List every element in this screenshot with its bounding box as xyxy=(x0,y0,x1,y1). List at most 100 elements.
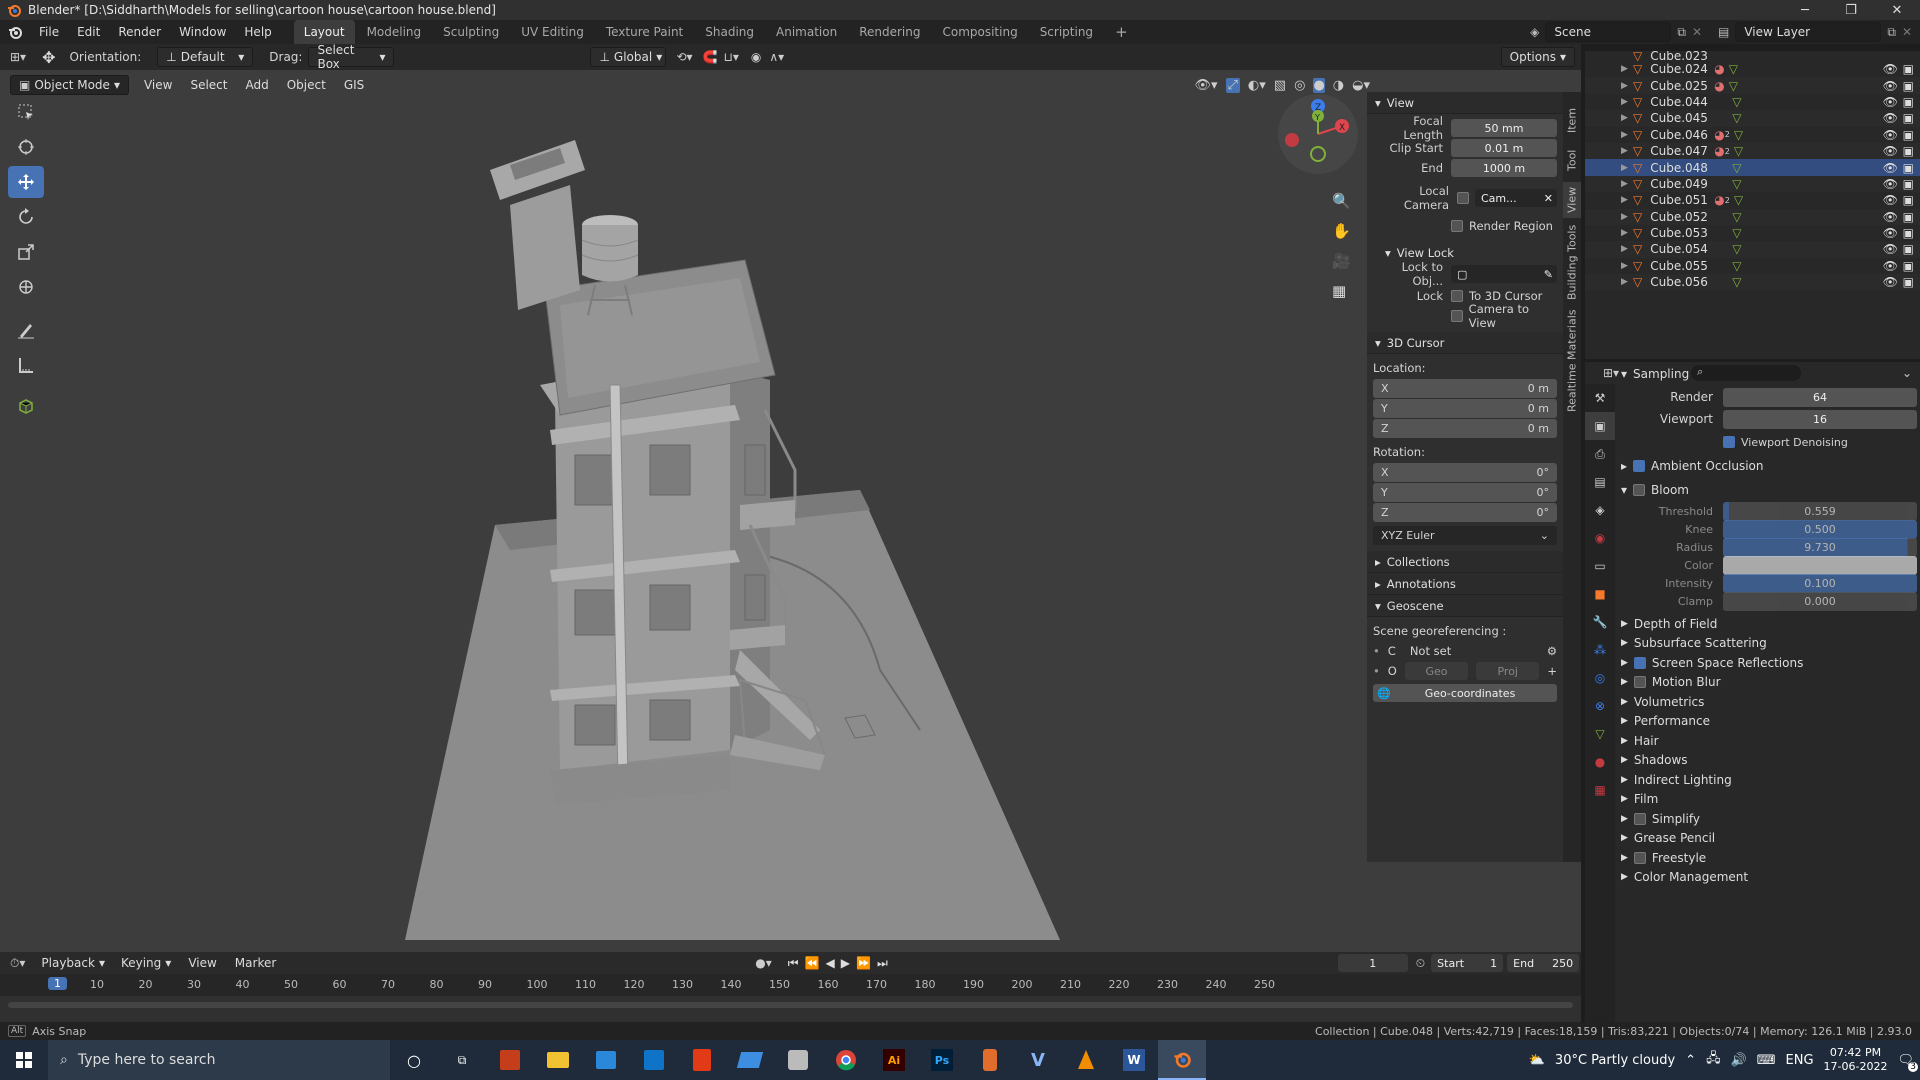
tab-tool[interactable]: Tool xyxy=(1563,142,1581,178)
geo-button[interactable]: Geo xyxy=(1404,662,1469,680)
illustrator-icon[interactable]: Ai xyxy=(870,1040,918,1080)
windows-start-icon[interactable] xyxy=(0,1040,48,1080)
tab-layout[interactable]: Layout xyxy=(293,20,355,44)
expand-arrow-icon[interactable]: ▶ xyxy=(1621,228,1628,238)
weather-icon[interactable]: ⛅ xyxy=(1529,1053,1545,1068)
cursor-rotation-x[interactable]: X 0° xyxy=(1373,463,1557,482)
section-checkbox[interactable] xyxy=(1633,676,1646,689)
render-camera-icon[interactable]: ▣ xyxy=(1903,259,1914,273)
weather-text[interactable]: 30°C Partly cloudy xyxy=(1555,1053,1675,1068)
transform-tool-icon[interactable] xyxy=(8,271,44,303)
menu-window[interactable]: Window xyxy=(170,25,235,39)
render-camera-icon[interactable]: ▣ xyxy=(1903,177,1914,191)
current-frame-field[interactable]: 1 xyxy=(1337,954,1408,972)
outliner-row[interactable]: ▶ ▽ Cube.024 ◕ ▽ 👁 ▣ xyxy=(1585,61,1920,77)
render-region-checkbox[interactable] xyxy=(1451,220,1463,232)
transform-orientation-dropdown[interactable]: ⊥ Global ▾ xyxy=(590,47,667,67)
render-camera-icon[interactable]: ▣ xyxy=(1903,79,1914,93)
render-section-header[interactable]: ▶ Motion Blur xyxy=(1617,673,1917,693)
constraints-tab-icon[interactable]: ⊗ xyxy=(1585,692,1615,720)
playback-menu[interactable]: Playback ▾ xyxy=(33,953,113,973)
tab-animation[interactable]: Animation xyxy=(766,20,847,44)
render-camera-icon[interactable]: ▣ xyxy=(1903,62,1914,76)
render-section-header[interactable]: ▶ Performance xyxy=(1617,712,1917,732)
render-tab-icon[interactable]: ▣ xyxy=(1585,412,1615,440)
render-camera-icon[interactable]: ▣ xyxy=(1903,128,1914,142)
bloom-field-slider[interactable]: 0.000 xyxy=(1723,591,1917,611)
expand-arrow-icon[interactable]: ▶ xyxy=(1621,97,1628,107)
expand-arrow-icon[interactable]: ▶ xyxy=(1621,64,1628,74)
notification-icon[interactable]: 🗨 3 xyxy=(1897,1053,1918,1072)
xray-toggle-icon[interactable]: ▧ xyxy=(1274,78,1286,93)
zoom-icon[interactable]: 🔍 xyxy=(1332,192,1351,210)
cortana-icon[interactable]: ○ xyxy=(390,1040,438,1080)
proportional-edit-icon[interactable]: ◉ xyxy=(751,50,761,64)
material-shading-icon[interactable]: ◑ xyxy=(1333,78,1344,93)
render-section-header[interactable]: ▶ Simplify xyxy=(1617,809,1917,829)
expand-arrow-icon[interactable]: ▶ xyxy=(1621,261,1628,271)
local-camera-field[interactable]: Cam... ✕ xyxy=(1475,189,1557,207)
expand-arrow-icon[interactable]: ▶ xyxy=(1621,212,1628,222)
new-view-layer-icon[interactable]: ⧉ xyxy=(1887,25,1896,40)
section-checkbox[interactable] xyxy=(1633,851,1646,864)
visibility-icon[interactable]: 👁▾ xyxy=(1194,78,1217,93)
bloom-field-slider[interactable]: 0.100 xyxy=(1723,573,1917,593)
minimize-button[interactable]: ─ xyxy=(1782,3,1828,18)
tray-volume-icon[interactable]: 🔊 xyxy=(1731,1053,1747,1068)
app-icon-blue[interactable] xyxy=(726,1040,774,1080)
rotate-tool-icon[interactable] xyxy=(8,201,44,233)
render-camera-icon[interactable]: ▣ xyxy=(1903,242,1914,256)
modifier-tab-icon[interactable]: 🔧 xyxy=(1585,608,1615,636)
annotations-section-header[interactable]: ▸ Annotations xyxy=(1367,573,1563,595)
physics-tab-icon[interactable]: ◎ xyxy=(1585,664,1615,692)
play-icon[interactable]: ▶ xyxy=(841,956,850,970)
texture-tab-icon[interactable]: ▦ xyxy=(1585,776,1615,804)
viewport-menu-select[interactable]: Select xyxy=(181,78,236,92)
bloom-field-slider[interactable]: 0.500 xyxy=(1723,519,1917,539)
object-tab-icon[interactable]: ■ xyxy=(1585,580,1615,608)
tab-item[interactable]: Item xyxy=(1563,102,1581,138)
tray-keyboard-icon[interactable]: ⌨ xyxy=(1757,1053,1776,1068)
tab-view[interactable]: View xyxy=(1563,182,1581,218)
to-3d-cursor-checkbox[interactable] xyxy=(1451,290,1463,302)
delete-scene-icon[interactable]: ✕ xyxy=(1692,25,1702,39)
render-camera-icon[interactable]: ▣ xyxy=(1903,161,1914,175)
rendered-shading-icon[interactable]: ◒▾ xyxy=(1352,78,1370,93)
jump-end-icon[interactable]: ⏭ xyxy=(877,956,888,971)
view-layer-selector[interactable]: View Layer xyxy=(1735,22,1882,42)
outliner-row[interactable]: ▶ ▽ Cube.054 ▽ 👁 ▣ xyxy=(1585,241,1920,258)
expand-arrow-icon[interactable]: ▶ xyxy=(1621,113,1628,123)
wireframe-shading-icon[interactable]: ◎ xyxy=(1294,78,1305,93)
start-frame-field[interactable]: Start 1 xyxy=(1431,954,1504,972)
render-camera-icon[interactable]: ▣ xyxy=(1903,111,1914,125)
data-tab-icon[interactable]: ▽ xyxy=(1585,720,1615,748)
editor-type-icon[interactable]: ⊞▾ xyxy=(10,50,26,64)
expand-arrow-icon[interactable]: ▶ xyxy=(1621,130,1628,140)
expand-arrow-icon[interactable]: ▶ xyxy=(1621,81,1628,91)
overlay-toggle-icon[interactable]: ◐▾ xyxy=(1248,78,1266,93)
add-workspace-button[interactable]: + xyxy=(1105,18,1138,46)
orientation-dropdown[interactable]: ⊥ Default ▾ xyxy=(157,47,254,67)
chrome-icon[interactable] xyxy=(822,1040,870,1080)
blender-menu-icon[interactable] xyxy=(0,24,30,40)
word-icon[interactable]: W xyxy=(1110,1040,1158,1080)
outliner-row[interactable]: ▶ ▽ Cube.055 ▽ 👁 ▣ xyxy=(1585,258,1920,274)
cursor-location-x[interactable]: X0 m xyxy=(1373,379,1557,398)
pivot-point-icon[interactable]: ⟲▾ xyxy=(676,50,692,64)
view-section-header[interactable]: ▾ View xyxy=(1367,92,1563,114)
snap-icon[interactable]: 🧲 xyxy=(703,50,718,64)
render-section-header[interactable]: ▶ Screen Space Reflections xyxy=(1617,653,1917,673)
3d-viewport[interactable]: ▣ Object Mode ▾ View Select Add Object GIS… xyxy=(0,70,1581,952)
tab-rendering[interactable]: Rendering xyxy=(849,20,930,44)
scale-tool-icon[interactable] xyxy=(8,236,44,268)
cursor-rotation-y[interactable]: Y 0° xyxy=(1373,483,1557,502)
particles-tab-icon[interactable]: ⁂ xyxy=(1585,636,1615,664)
crs-settings-gear-icon[interactable]: ⚙ xyxy=(1547,644,1557,658)
bloom-header[interactable]: ▾ Bloom xyxy=(1617,478,1917,502)
local-camera-checkbox[interactable] xyxy=(1457,192,1469,204)
timeline-scrollbar[interactable] xyxy=(8,1002,1573,1008)
powerpoint-icon[interactable] xyxy=(486,1040,534,1080)
timeline-ruler[interactable]: 1 10 20 30 40 50 60 70 80 90 100 110 120 130 140 150 16… xyxy=(0,974,1581,996)
move-tool-icon[interactable] xyxy=(8,166,44,198)
cursor-tool-icon[interactable] xyxy=(8,131,44,163)
